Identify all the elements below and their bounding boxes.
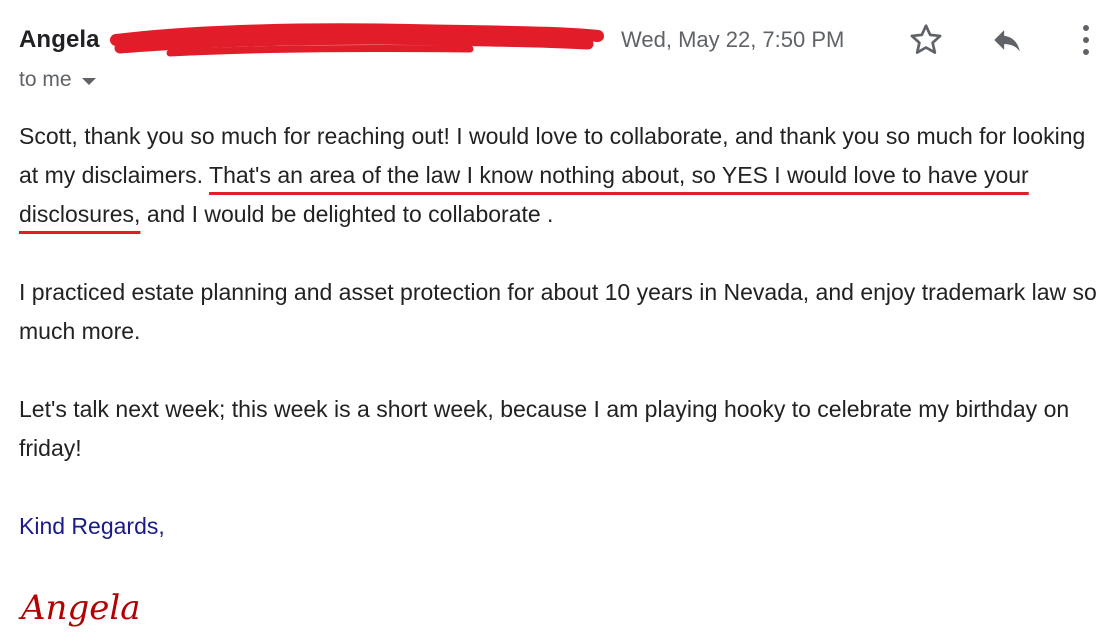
star-button[interactable] (906, 18, 946, 62)
redaction-mark (110, 23, 604, 57)
paragraph-1: Scott, thank you so much for reaching ou… (19, 117, 1109, 234)
paragraph-2: I practiced estate planning and asset pr… (19, 279, 1097, 344)
more-vert-icon (1083, 25, 1089, 55)
paragraph-1-tail: and I would be delighted to collaborate … (146, 201, 554, 227)
more-options-button[interactable] (1066, 18, 1106, 62)
recipient-label: to me (19, 68, 72, 91)
reply-button[interactable] (987, 18, 1027, 62)
message-header: Angela Wed, May 22, 7:50 PM to me (0, 0, 1118, 100)
sender-name[interactable]: Angela (19, 26, 100, 54)
closing-line: Kind Regards, (19, 513, 165, 539)
star-outline-icon (910, 24, 942, 54)
caret-down-icon (81, 78, 96, 85)
message-body: Scott, thank you so much for reaching ou… (19, 117, 1109, 546)
signature: Angela (21, 588, 141, 628)
reply-icon (994, 30, 1020, 52)
recipient-details-toggle[interactable]: to me (19, 68, 96, 92)
message-date: Wed, May 22, 7:50 PM (621, 27, 845, 52)
paragraph-3: Let's talk next week; this week is a sho… (19, 396, 1070, 461)
